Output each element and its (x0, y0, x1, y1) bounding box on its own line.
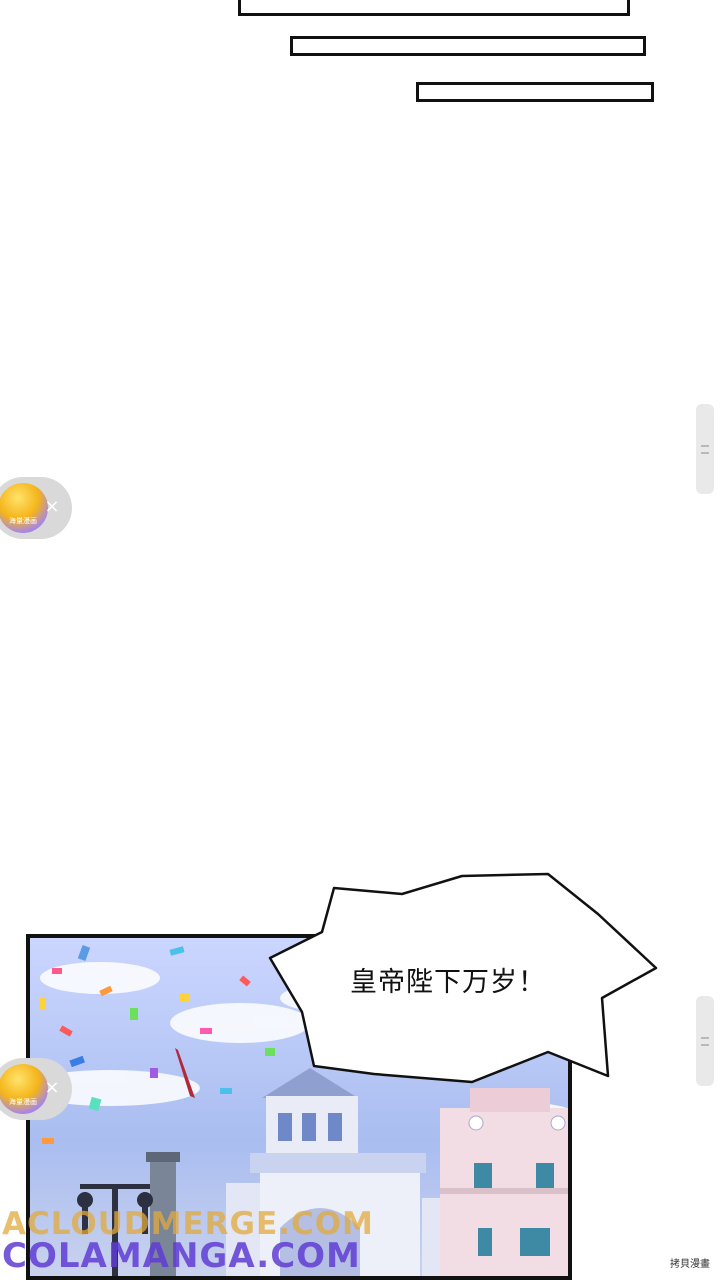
close-icon[interactable]: × (40, 495, 64, 519)
panel-border-2 (290, 36, 646, 56)
floating-ad-widget[interactable]: 海量漫画 × (0, 1058, 72, 1120)
watermark-line-2: COLAMANGA.COM (2, 1236, 361, 1276)
scroll-handle-bottom[interactable] (696, 996, 714, 1086)
ad-badge-text: 海量漫画 (9, 1098, 37, 1106)
panel-border-1 (238, 0, 630, 16)
close-icon[interactable]: × (40, 1076, 64, 1100)
speech-bubble-text: 皇帝陛下万岁！ (350, 967, 546, 998)
floating-ad-widget[interactable]: 海量漫画 × (0, 477, 72, 539)
credit-label: 拷貝漫畫 (670, 1259, 710, 1270)
scroll-handle-top[interactable] (696, 404, 714, 494)
panel-border-3 (416, 82, 654, 102)
ad-badge-text: 海量漫画 (9, 517, 37, 525)
